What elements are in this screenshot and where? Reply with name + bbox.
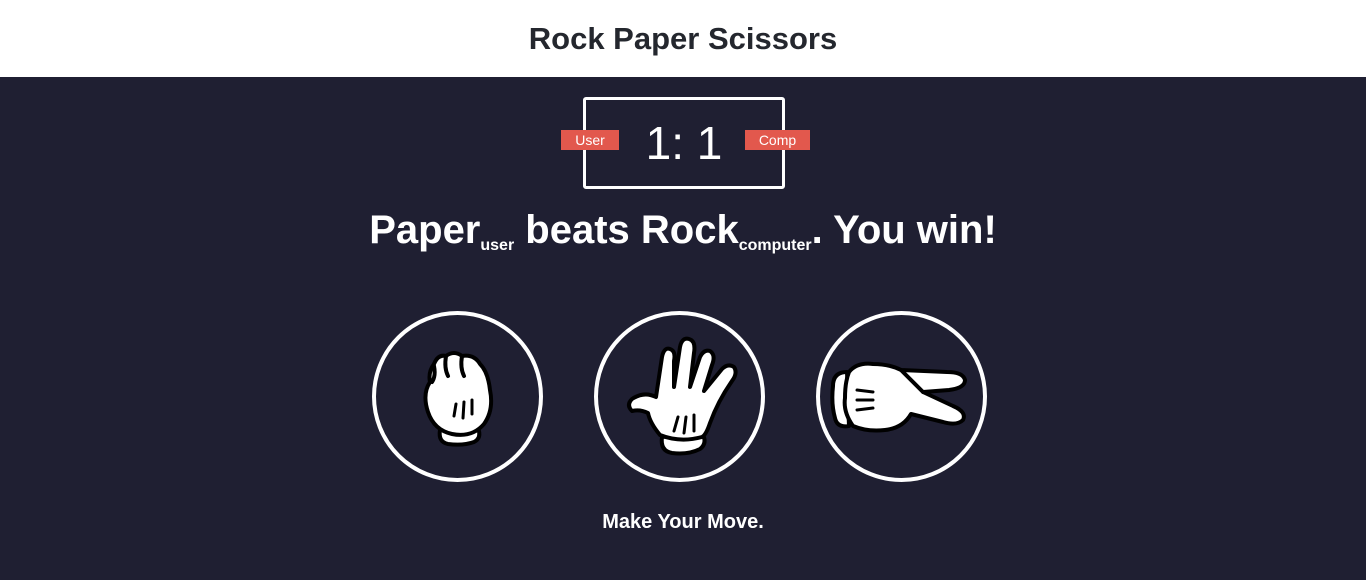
scissors-button[interactable] <box>816 311 987 482</box>
scissors-hand-icon <box>829 361 967 432</box>
rock-hand-icon <box>422 350 493 447</box>
paper-button[interactable] <box>594 311 765 482</box>
outcome-text: . You win! <box>811 208 997 252</box>
rock-button[interactable] <box>372 311 543 482</box>
instruction-text: Make Your Move. <box>602 511 764 533</box>
app-header: Rock Paper Scissors <box>0 0 1366 77</box>
computer-tag: computer <box>738 237 812 254</box>
computer-score-badge: Comp <box>745 130 810 150</box>
user-score-badge: User <box>561 130 619 150</box>
paper-hand-icon <box>626 336 738 455</box>
computer-choice-text: Rock <box>640 208 739 252</box>
user-choice-text: Paper <box>369 208 481 252</box>
result-verb: beats <box>514 208 641 252</box>
game-area: 1: 1 User Comp Paperuser beats Rockcompu… <box>0 77 1366 580</box>
result-message: Paperuser beats Rockcomputer. You win! <box>0 207 1366 269</box>
page-title: Rock Paper Scissors <box>528 20 838 56</box>
user-tag: user <box>480 237 515 254</box>
